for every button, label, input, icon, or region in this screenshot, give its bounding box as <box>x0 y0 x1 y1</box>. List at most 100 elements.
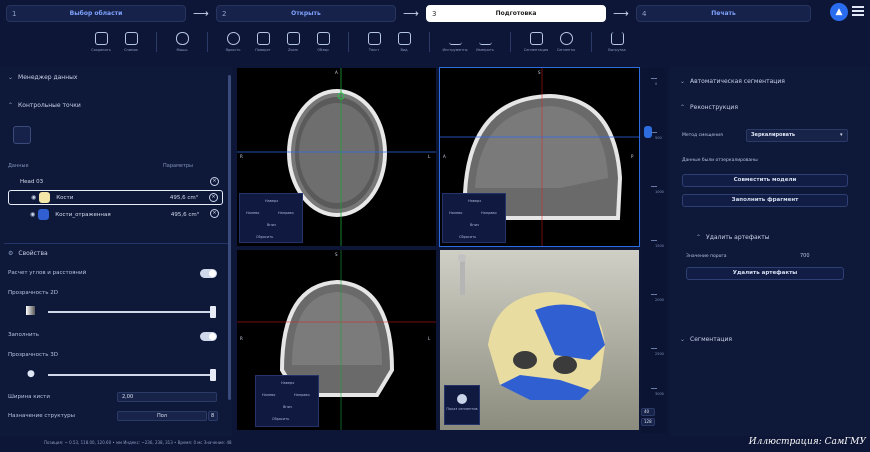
auto-seg-header[interactable]: ⌄ Автоматическая сегментация <box>680 78 785 85</box>
slider-handle[interactable] <box>210 369 216 381</box>
segmentation-header[interactable]: ⌄ Сегментация <box>680 336 732 343</box>
group-row[interactable]: Head 03 × <box>8 174 223 189</box>
transparency-2d-label: Прозрачность 2D <box>8 290 58 296</box>
eye-icon[interactable]: ◉ <box>30 211 35 218</box>
orientation-right: P <box>631 154 634 159</box>
viewport-coronal[interactable]: S R L Наверх Налево Направо Вниз Сбросит… <box>237 250 436 430</box>
transparency-2d-slider[interactable] <box>48 306 216 318</box>
segmentation-button[interactable]: Сегментация <box>523 26 549 52</box>
app-window: 1 Выбор области ⟶ 2 Открыть ⟶ 3 Подготов… <box>0 0 870 452</box>
close-icon[interactable]: × <box>210 209 219 218</box>
rotate-button[interactable]: Поворот <box>250 26 276 52</box>
nav-reset-button[interactable]: Сбросить <box>272 417 289 421</box>
eye-icon[interactable]: ◉ <box>31 194 36 201</box>
section-title: Свойства <box>18 250 48 257</box>
viewport-axial[interactable]: A R L Наверх Налево Направо Вниз Сбросит… <box>237 68 436 246</box>
transparency-3d-slider[interactable] <box>48 369 216 381</box>
orientation-left: R <box>240 336 243 341</box>
fill-toggle[interactable] <box>200 332 217 341</box>
brightness-button[interactable]: Яркость <box>220 26 246 52</box>
overview-button[interactable]: Обзор <box>310 26 336 52</box>
view-button[interactable]: Вид <box>391 26 417 52</box>
segments-button[interactable]: Сегменты <box>553 26 579 52</box>
window-level-input[interactable]: 40 <box>641 408 655 416</box>
overview-icon <box>316 32 330 45</box>
nav-reset-button[interactable]: Сбросить <box>459 235 476 239</box>
nav-down-button[interactable]: Вниз <box>283 405 292 409</box>
section-title: Контрольные точки <box>18 102 81 109</box>
list-item-bones[interactable]: ◉ Кости 495,6 cm³ × <box>8 190 223 205</box>
viewport-3d[interactable]: Показ сегментов <box>440 250 639 430</box>
nav-right-button[interactable]: Направо <box>294 393 310 397</box>
instruments-button[interactable]: Инструменты <box>442 26 468 52</box>
step-number: 4 <box>642 9 647 18</box>
nav-left-button[interactable]: Налево <box>449 211 462 215</box>
window-width-input[interactable]: 128 <box>641 418 655 426</box>
step-print[interactable]: 4 Печать <box>636 5 811 22</box>
reconstruction-header[interactable]: ⌃ Реконструкция <box>680 104 738 111</box>
close-icon[interactable]: × <box>210 177 219 186</box>
nav-left-button[interactable]: Налево <box>246 211 259 215</box>
step-open[interactable]: 2 Открыть <box>216 5 396 22</box>
nav-up-button[interactable]: Наверх <box>468 199 481 203</box>
menu-icon[interactable] <box>852 6 864 16</box>
orientation-top: S <box>538 70 541 75</box>
nav-right-button[interactable]: Направо <box>278 211 294 215</box>
chevron-down-icon: ⌄ <box>680 336 686 343</box>
nav-down-button[interactable]: Вниз <box>267 223 276 227</box>
fill-fragment-button[interactable]: Заполнить фрагмент <box>682 194 848 207</box>
step-prepare[interactable]: 3 Подготовка <box>426 5 606 22</box>
threshold-label: Значение порога <box>686 254 727 259</box>
threshold-value[interactable]: 700 <box>800 253 810 259</box>
step-label: Подготовка <box>495 10 537 17</box>
tool-label: Выгрузка <box>608 48 626 52</box>
nav-reset-button[interactable]: Сбросить <box>256 235 273 239</box>
viewport-sagittal[interactable]: S A P Наверх Налево Направо Вниз Сбросит… <box>439 67 640 247</box>
structure-dropdown-button[interactable]: 8 <box>208 411 218 421</box>
mouse-button[interactable]: Мышь <box>169 26 195 52</box>
measure-button[interactable]: Измерить <box>472 26 498 52</box>
properties-header[interactable]: ⚙ Свойства <box>8 250 48 257</box>
structure-select[interactable]: Пол <box>117 411 207 421</box>
toolbar-divider <box>429 32 430 52</box>
step-label: Выбор области <box>69 10 123 17</box>
left-scrollbar[interactable] <box>228 75 231 400</box>
section-title: Сегментация <box>690 336 732 343</box>
zoom-icon <box>286 32 300 45</box>
text-button[interactable]: Текст <box>361 26 387 52</box>
item-volume: 495,6 cm³ <box>169 194 198 201</box>
nav-up-button[interactable]: Наверх <box>281 381 294 385</box>
save-button[interactable]: Сохранить <box>88 26 114 52</box>
zoom-button[interactable]: Zoom <box>280 26 306 52</box>
show-segments-button[interactable]: Показ сегментов <box>444 385 480 425</box>
nav-up-button[interactable]: Наверх <box>265 199 278 203</box>
structure-label: Назначение структуры <box>8 413 75 419</box>
sun-icon <box>226 32 240 45</box>
arrow-right-icon: ⟶ <box>193 7 209 20</box>
color-swatch[interactable] <box>38 209 50 220</box>
step-select-area[interactable]: 1 Выбор области <box>6 5 186 22</box>
method-select[interactable]: Зеркалировать <box>746 129 848 142</box>
export-button[interactable]: Выгрузка <box>604 26 630 52</box>
nav-right-button[interactable]: Направо <box>481 211 497 215</box>
control-points-header[interactable]: ⌃ Контрольные точки <box>8 102 81 109</box>
slider-handle[interactable] <box>210 306 216 318</box>
remove-artifacts-header[interactable]: ⌃ Удалить артефакты <box>696 234 770 241</box>
column-params: Параметры <box>163 163 193 169</box>
color-swatch[interactable] <box>39 192 51 203</box>
measure-toggle[interactable] <box>200 269 217 278</box>
merge-models-button[interactable]: Совместить модели <box>682 174 848 187</box>
head-model-icon[interactable] <box>13 126 31 144</box>
measure-label: Расчет углов и расстояний <box>8 270 87 276</box>
image-credit: Иллюстрация: СамГМУ <box>748 437 866 447</box>
tool-label: Zoom <box>287 48 299 52</box>
brush-width-input[interactable]: 2,00 <box>117 392 217 402</box>
toolbar: Сохранить Снимок Мышь Яркость Поворот Zo… <box>0 26 870 62</box>
snapshot-button[interactable]: Снимок <box>118 26 144 52</box>
nav-down-button[interactable]: Вниз <box>470 223 479 227</box>
data-manager-header[interactable]: ⌄ Менеджер данных <box>8 74 77 81</box>
remove-artifacts-button[interactable]: Удалить артефакты <box>686 267 844 280</box>
list-item-bones-mirrored[interactable]: ◉ Кости_отраженная 495,6 cm³ × <box>8 207 223 222</box>
close-icon[interactable]: × <box>209 193 218 202</box>
nav-left-button[interactable]: Налево <box>262 393 275 397</box>
